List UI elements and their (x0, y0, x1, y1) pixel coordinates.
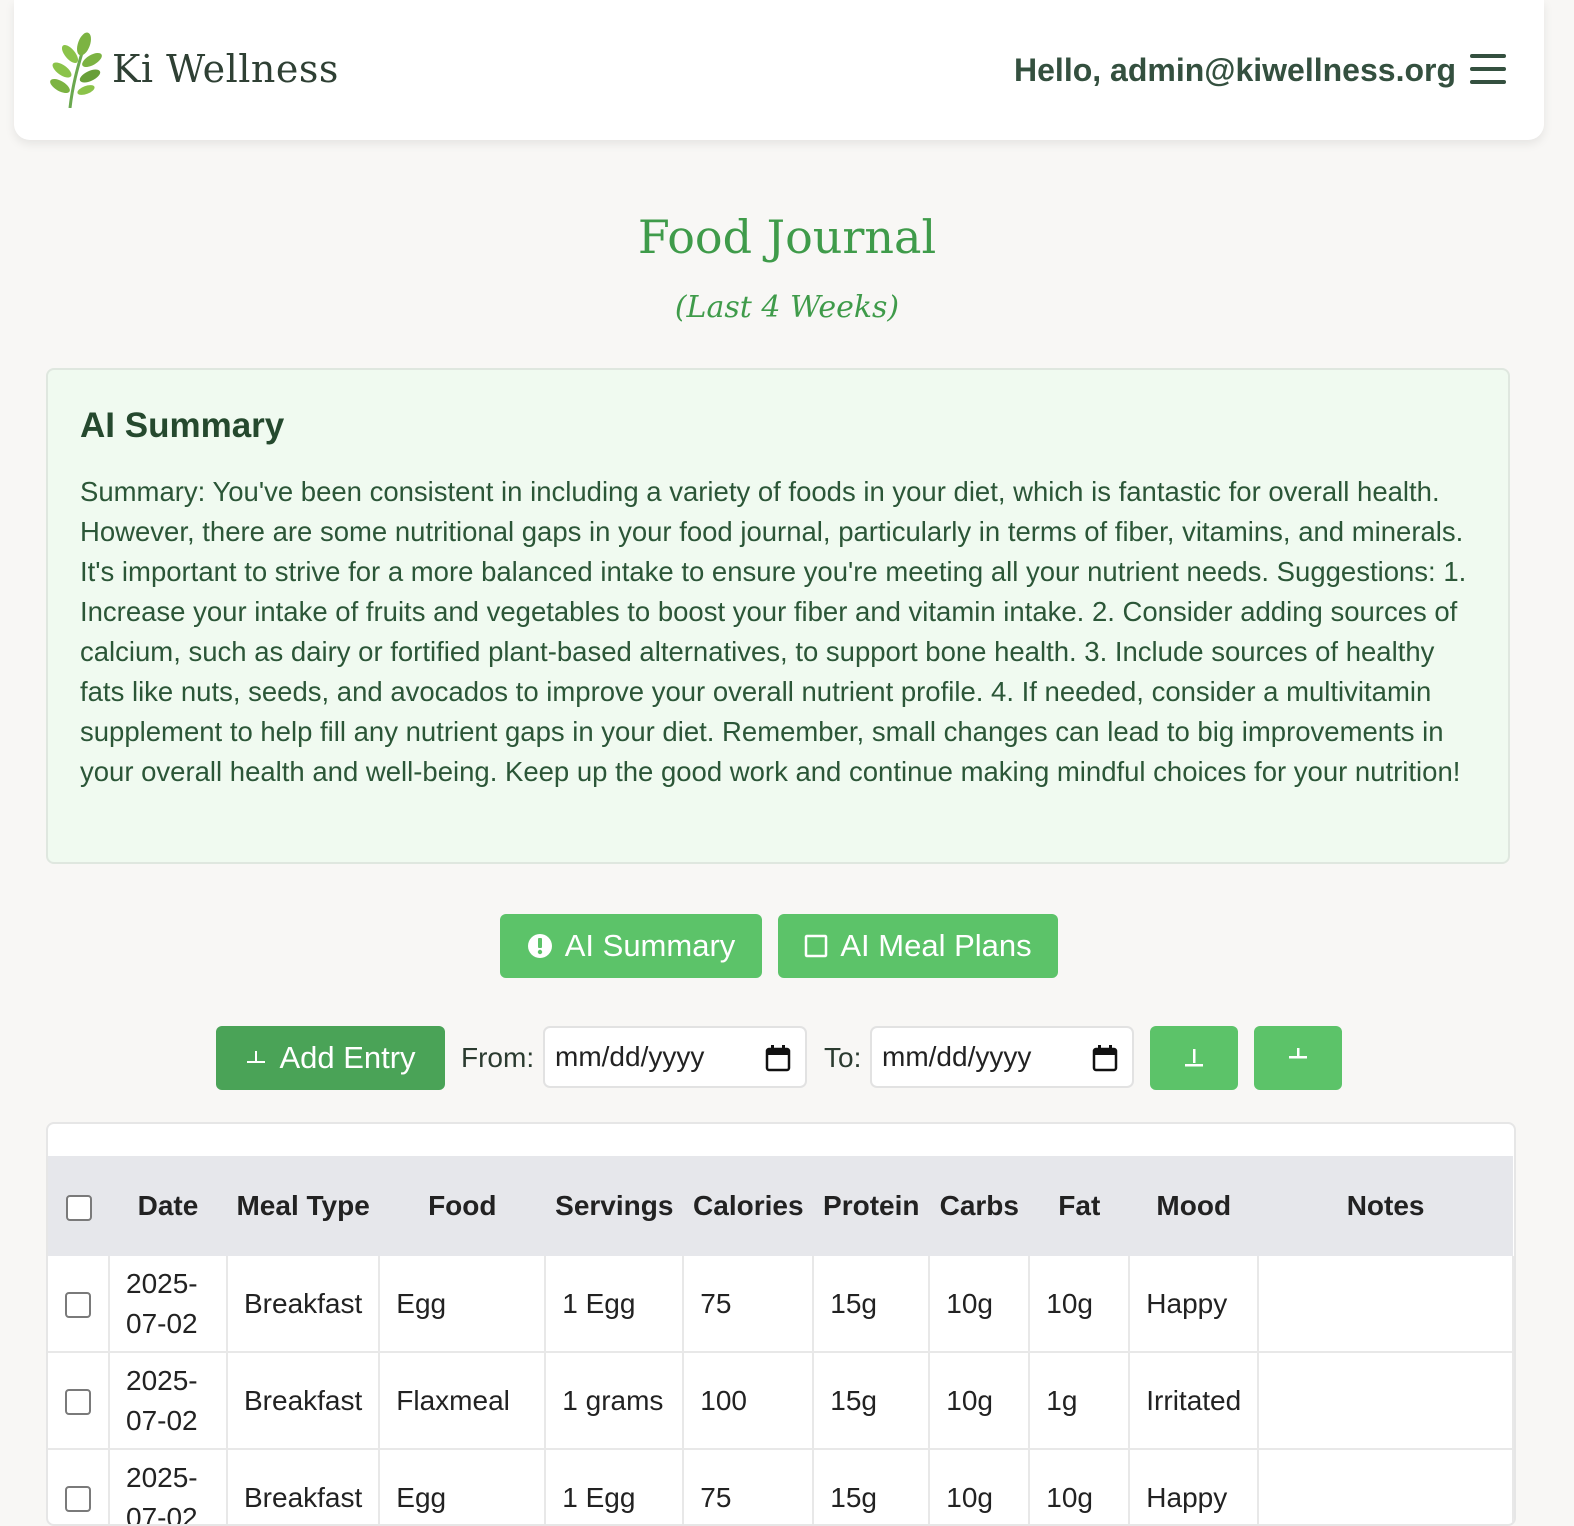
export-button[interactable] (1150, 1026, 1238, 1090)
cell-fat: 10g (1029, 1449, 1131, 1524)
page-title: Food Journal (637, 210, 937, 264)
to-label: To: (824, 1042, 862, 1073)
cell-protein: 15g (813, 1256, 931, 1353)
from-date-placeholder: mm/dd/yyyy (555, 1041, 705, 1072)
row-checkbox[interactable] (65, 1292, 91, 1319)
cell-food: Flaxmeal (379, 1352, 547, 1450)
ai-summary-panel: AI Summary Summary: You've been consiste… (46, 368, 1510, 864)
food-journal-table-container: Date Meal Type Food Servings Calories Pr… (46, 1122, 1516, 1526)
user-greeting: Hello, admin@kiwellness.org (1014, 52, 1456, 88)
column-header-date[interactable]: Date (109, 1156, 227, 1256)
ai-summary-button-label: AI Summary (564, 928, 736, 963)
ai-meal-plans-button[interactable]: AI Meal Plans (778, 914, 1058, 978)
column-header-meal-type[interactable]: Meal Type (227, 1156, 380, 1256)
select-all-checkbox[interactable] (65, 1194, 92, 1221)
cell-carbs: 10g (929, 1256, 1031, 1353)
cell-calories: 75 (683, 1449, 815, 1524)
from-date-input[interactable]: mm/dd/yyyy (543, 1026, 807, 1088)
calendar-icon[interactable] (1092, 1044, 1118, 1072)
square-icon (804, 934, 828, 958)
column-header-carbs[interactable]: Carbs (929, 1156, 1030, 1256)
select-all-cell (48, 1156, 109, 1256)
ai-summary-heading: AI Summary (80, 406, 285, 445)
from-label: From: (461, 1042, 535, 1073)
cell-fat: 1g (1029, 1352, 1131, 1450)
to-date-input[interactable]: mm/dd/yyyy (870, 1026, 1134, 1088)
upload-icon (1289, 1048, 1307, 1059)
ai-meal-plans-button-label: AI Meal Plans (840, 928, 1032, 963)
ai-summary-button[interactable]: AI Summary (500, 914, 762, 978)
cell-mood: Happy (1129, 1449, 1260, 1524)
cell-mood: Irritated (1129, 1352, 1260, 1450)
exclamation-circle-icon (527, 933, 553, 959)
column-header-notes[interactable]: Notes (1258, 1156, 1513, 1256)
page-subtitle: (Last 4 Weeks) (674, 290, 900, 325)
cell-carbs: 10g (929, 1352, 1031, 1450)
cell-fat: 10g (1029, 1256, 1131, 1353)
cell-notes (1258, 1352, 1514, 1450)
to-date-placeholder: mm/dd/yyyy (882, 1041, 1032, 1072)
cell-food: Egg (379, 1256, 547, 1353)
add-entry-label: Add Entry (279, 1040, 416, 1075)
column-header-protein[interactable]: Protein (813, 1156, 930, 1256)
top-navbar: Ki Wellness Hello, admin@kiwellness.org (14, 0, 1544, 140)
table-row[interactable]: 2025-07-02 Breakfast Egg 1 Egg 75 15g 10… (48, 1449, 1514, 1524)
cell-protein: 15g (813, 1449, 931, 1524)
cell-carbs: 10g (929, 1449, 1031, 1524)
cell-protein: 15g (813, 1352, 931, 1450)
cell-food: Egg (379, 1449, 547, 1524)
cell-notes (1258, 1256, 1514, 1353)
import-button[interactable] (1254, 1026, 1342, 1090)
plus-icon (245, 1047, 267, 1069)
column-header-servings[interactable]: Servings (545, 1156, 684, 1256)
leaf-icon (50, 32, 102, 108)
table-row[interactable]: 2025-07-02 Breakfast Egg 1 Egg 75 15g 10… (48, 1256, 1514, 1353)
hamburger-icon[interactable] (1470, 54, 1506, 84)
column-header-food[interactable]: Food (379, 1156, 546, 1256)
cell-calories: 75 (683, 1256, 815, 1353)
cell-date: 2025-07-02 (109, 1449, 228, 1524)
cell-mood: Happy (1129, 1256, 1260, 1353)
food-journal-table: Date Meal Type Food Servings Calories Pr… (48, 1156, 1514, 1524)
cell-meal-type: Breakfast (227, 1352, 381, 1450)
table-row[interactable]: 2025-07-02 Breakfast Flaxmeal 1 grams 10… (48, 1352, 1514, 1450)
cell-servings: 1 grams (545, 1352, 685, 1450)
brand-name: Ki Wellness (112, 47, 339, 91)
row-checkbox[interactable] (65, 1486, 91, 1513)
row-checkbox[interactable] (65, 1389, 91, 1416)
table-header-row: Date Meal Type Food Servings Calories Pr… (48, 1156, 1513, 1256)
calendar-icon[interactable] (765, 1044, 791, 1072)
column-header-fat[interactable]: Fat (1029, 1156, 1130, 1256)
cell-meal-type: Breakfast (227, 1449, 381, 1524)
cell-calories: 100 (683, 1352, 815, 1450)
column-header-calories[interactable]: Calories (683, 1156, 814, 1256)
cell-date: 2025-07-02 (109, 1352, 228, 1450)
cell-servings: 1 Egg (545, 1449, 685, 1524)
brand-logo-link[interactable]: Ki Wellness (48, 30, 339, 108)
column-header-mood[interactable]: Mood (1129, 1156, 1259, 1256)
download-icon (1185, 1049, 1203, 1067)
cell-notes (1258, 1449, 1514, 1524)
cell-date: 2025-07-02 (109, 1256, 228, 1353)
cell-meal-type: Breakfast (227, 1256, 381, 1353)
cell-servings: 1 Egg (545, 1256, 685, 1353)
add-entry-button[interactable]: Add Entry (216, 1026, 445, 1090)
ai-summary-text: Summary: You've been consistent in inclu… (80, 476, 1467, 787)
